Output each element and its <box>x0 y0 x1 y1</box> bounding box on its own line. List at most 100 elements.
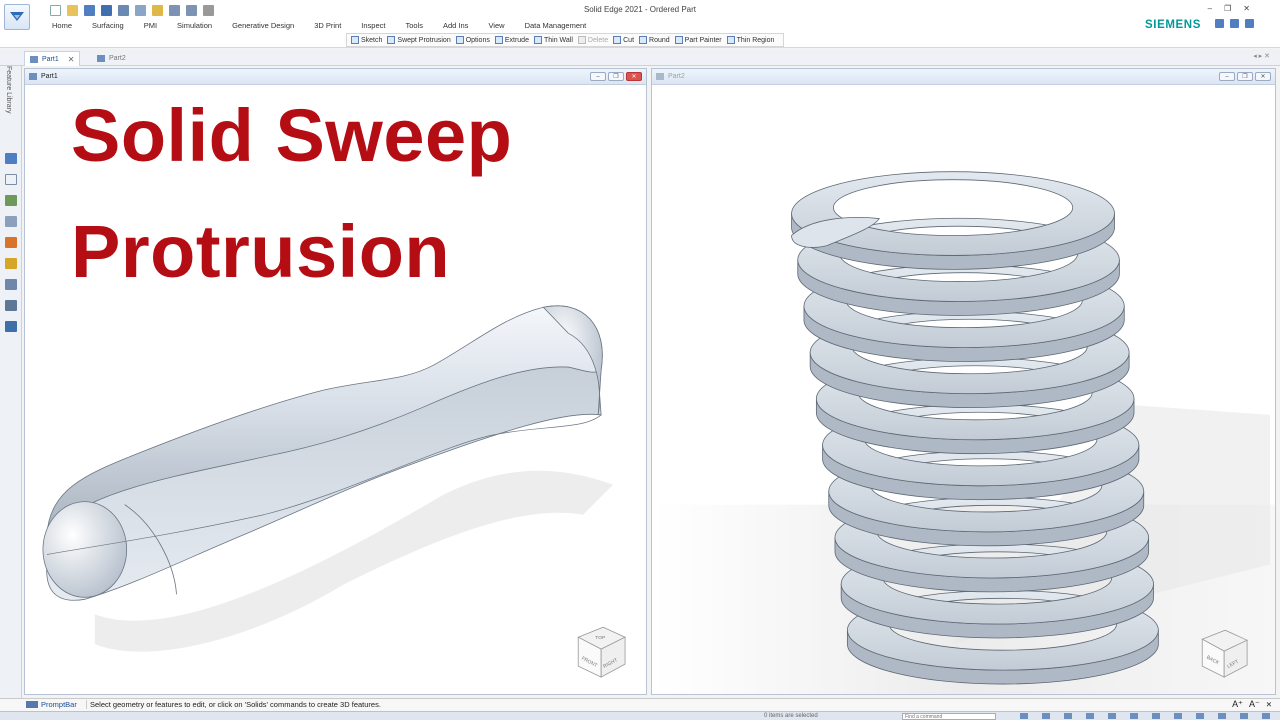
feature-library-icon[interactable] <box>5 216 17 227</box>
options-button[interactable]: Options <box>455 36 490 44</box>
round-button[interactable]: Round <box>639 36 670 44</box>
view-cube[interactable]: TOP FRONT RIGHT <box>577 626 626 678</box>
fit-icon[interactable] <box>1064 713 1072 719</box>
zoom-icon[interactable] <box>1042 713 1050 719</box>
headline-line-1: Solid Sweep <box>71 94 513 177</box>
helical-spring <box>791 171 1159 685</box>
part1-window-titlebar[interactable]: Part1 – ❐ ✕ <box>25 69 646 85</box>
part-painter-button[interactable]: Part Painter <box>674 36 722 44</box>
pan-icon[interactable] <box>1086 713 1094 719</box>
part2-window: Part2 – ❐ ✕ BACK LEFT <box>651 68 1276 695</box>
font-size-small-icon[interactable]: A⁻ <box>1249 699 1260 710</box>
display-style-icon[interactable] <box>1174 713 1182 719</box>
prompt-text: Select geometry or features to edit, or … <box>86 700 381 709</box>
swept-protrusion-button[interactable]: Swept Protrusion <box>387 36 451 44</box>
part2-graphics-canvas[interactable]: BACK LEFT <box>652 85 1275 695</box>
minimize-icon[interactable]: – <box>1219 72 1235 81</box>
ribbon: Solid Edge 2021 - Ordered Part Home Surf… <box>0 0 1280 48</box>
ribbon-tabs: Home Surfacing PMI Simulation Generative… <box>52 21 606 30</box>
minimize-icon[interactable]: – <box>1208 4 1212 13</box>
tab-view[interactable]: View <box>488 21 504 30</box>
prompt-bar-controls: A⁺ A⁻ ✕ <box>1232 699 1272 710</box>
tab-pmi[interactable]: PMI <box>144 21 157 30</box>
doc-tab-part2[interactable]: Part2 <box>92 51 131 66</box>
sketch-icon <box>351 36 359 44</box>
close-icon[interactable]: ✕ <box>1266 700 1272 709</box>
siemens-logo: SIEMENS <box>1145 19 1201 31</box>
part-document-icon <box>656 73 664 80</box>
sensors-icon[interactable] <box>5 279 17 290</box>
layout-icon[interactable] <box>1215 19 1224 28</box>
tab-tools[interactable]: Tools <box>405 21 423 30</box>
shading-icon[interactable] <box>1240 713 1248 719</box>
tab-3d-print[interactable]: 3D Print <box>314 21 341 30</box>
thin-region-button[interactable]: Thin Region <box>726 36 774 44</box>
help-icon[interactable] <box>1245 19 1254 28</box>
minimize-icon[interactable]: – <box>590 72 606 81</box>
document-tab-strip: Part1 ✕ Part2 ◂ ▸ ✕ <box>0 49 1280 66</box>
doc-tab-part1[interactable]: Part1 ✕ <box>24 51 81 66</box>
tab-home[interactable]: Home <box>52 21 72 30</box>
cut-icon <box>613 36 622 44</box>
close-icon[interactable]: ✕ <box>1255 72 1271 81</box>
rotate-icon[interactable] <box>1108 713 1116 719</box>
part1-window-buttons: – ❐ ✕ <box>590 72 642 81</box>
close-icon[interactable]: ✕ <box>626 72 642 81</box>
tab-generative-design[interactable]: Generative Design <box>232 21 294 30</box>
part-document-icon <box>29 73 37 80</box>
variables-icon[interactable] <box>5 300 17 311</box>
colors-icon[interactable] <box>5 237 17 248</box>
settings-icon[interactable] <box>1196 713 1204 719</box>
tab-surfacing[interactable]: Surfacing <box>92 21 124 30</box>
layers-icon[interactable] <box>5 195 17 206</box>
round-icon <box>639 36 648 44</box>
find-command-input[interactable] <box>902 713 996 720</box>
extrude-button[interactable]: Extrude <box>494 36 529 44</box>
restore-icon[interactable]: ❐ <box>608 72 624 81</box>
help-doc-icon[interactable] <box>5 174 17 185</box>
thin-region-icon <box>726 36 735 44</box>
font-size-icon[interactable]: A⁺ <box>1232 699 1243 710</box>
close-icon[interactable]: ✕ <box>1243 4 1250 13</box>
zoom-area-icon[interactable] <box>1020 713 1028 719</box>
options-icon <box>455 36 464 44</box>
view-orientation-icon[interactable] <box>1218 713 1226 719</box>
prompt-bar-icon <box>26 701 38 708</box>
fullscreen-icon[interactable] <box>1262 713 1270 719</box>
family-key-icon[interactable] <box>5 258 17 269</box>
options-icon[interactable] <box>1230 19 1239 28</box>
status-bar-view-tools <box>1020 713 1270 719</box>
swept-protrusion-icon <box>387 36 396 44</box>
close-tab-icon[interactable]: ✕ <box>68 55 75 64</box>
prompt-bar-label[interactable]: PromptBar <box>26 700 77 709</box>
restore-icon[interactable]: ❐ <box>1237 72 1253 81</box>
pathfinder-icon[interactable] <box>5 153 17 164</box>
delete-button[interactable]: Delete <box>577 36 608 44</box>
thin-wall-button[interactable]: Thin Wall <box>533 36 573 44</box>
selection-status: 0 items are selected <box>764 713 818 719</box>
settings-gear-icon[interactable] <box>5 321 17 332</box>
status-bar: 0 items are selected <box>0 711 1280 720</box>
cut-button[interactable]: Cut <box>613 36 634 44</box>
tab-data-management[interactable]: Data Management <box>525 21 587 30</box>
headline-line-2: Protrusion <box>71 210 451 293</box>
extrude-icon <box>494 36 503 44</box>
view-cube-top-label: TOP <box>595 635 606 641</box>
restore-icon[interactable]: ❐ <box>1224 4 1231 13</box>
sweep-end-cap-left <box>42 501 128 598</box>
tab-scroll-arrows-icon[interactable]: ◂ ▸ ✕ <box>1253 52 1270 60</box>
feature-library-tab[interactable]: Feature Library <box>5 66 12 113</box>
sketch-view-icon[interactable] <box>1130 713 1138 719</box>
tab-inspect[interactable]: Inspect <box>361 21 385 30</box>
help-controls <box>1215 19 1254 28</box>
prompt-bar: PromptBar Select geometry or features to… <box>0 698 1280 711</box>
part2-window-buttons: – ❐ ✕ <box>1219 72 1271 81</box>
thin-wall-icon <box>533 36 542 44</box>
tab-simulation[interactable]: Simulation <box>177 21 212 30</box>
views-icon[interactable] <box>1152 713 1160 719</box>
part2-window-titlebar[interactable]: Part2 – ❐ ✕ <box>652 69 1275 85</box>
sketch-button[interactable]: Sketch <box>351 36 382 44</box>
part-painter-icon <box>674 36 683 44</box>
tab-add-ins[interactable]: Add Ins <box>443 21 468 30</box>
window-title: Solid Edge 2021 - Ordered Part <box>583 5 697 14</box>
